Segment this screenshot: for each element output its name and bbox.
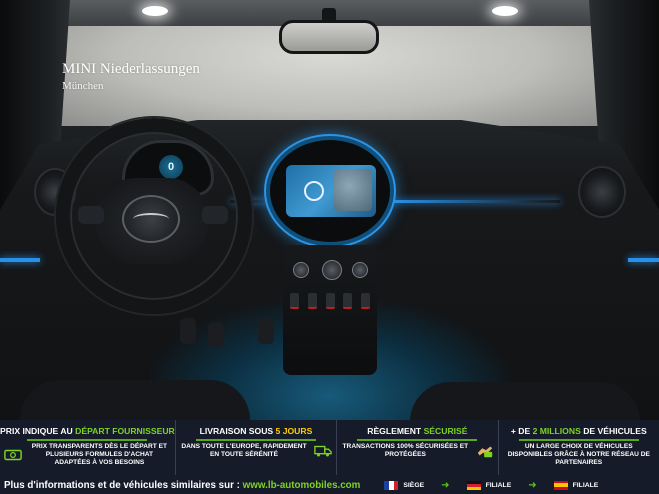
watermark-title: MINI Niederlassungen [62, 61, 200, 77]
watermark-subtitle: München [62, 80, 104, 92]
feature-heading: + DE 2 MILLIONS DE VÉHICULES [510, 426, 647, 436]
arrow-icon: ➜ [528, 479, 537, 491]
legend-label: FILIALE [572, 481, 599, 489]
wheel-buttons-left [78, 206, 104, 224]
passenger-seat [410, 382, 640, 420]
legend-label: SIÈGE [403, 481, 425, 489]
ceiling-light [492, 6, 518, 16]
driver-seat [20, 380, 250, 420]
infotainment-screen [286, 165, 376, 217]
control-knob [293, 262, 309, 278]
wheel-buttons-right [202, 206, 228, 224]
feature-heading: PRIX INDIQUE AU DÉPART FOURNISSEUR [0, 426, 175, 436]
pedal [180, 318, 196, 344]
feature-text: DANS TOUTE L'EUROPE, RAPIDEMENT EN TOUTE… [181, 443, 307, 458]
feature-text: PRIX TRANSPARENTS DÈS LE DÉPART ET PLUSI… [31, 443, 168, 466]
toggle-switches [290, 293, 370, 309]
door-ambient-light-left [0, 258, 40, 262]
truck-icon [314, 444, 332, 458]
rearview-mirror [279, 20, 379, 54]
car-interior-photo: 0 MINI Niederlassungen München [0, 0, 659, 420]
listing-image: 0 MINI Niederlassungen München PRIX INDI… [0, 0, 659, 494]
control-knob [322, 260, 342, 280]
legend-label: FILIALE [485, 481, 512, 489]
feature-payment: RÈGLEMENT SÉCURISÉ TRANSACTIONS 100% SÉC… [337, 420, 499, 475]
banner-footer: Plus d'informations et de véhicules simi… [0, 476, 659, 494]
france-flag-icon [384, 480, 399, 490]
mini-logo-icon [122, 195, 180, 243]
website-link[interactable]: www.lb-automobiles.com [243, 480, 361, 491]
feature-heading: RÈGLEMENT SÉCURISÉ [367, 426, 468, 436]
arrow-icon: ➜ [441, 479, 450, 491]
location-legend: SIÈGE ➜ FILIALE ➜ FILIALE [384, 480, 610, 491]
secure-payment-icon [476, 444, 494, 458]
spain-flag-icon [553, 480, 568, 490]
pedal [258, 318, 274, 344]
pedal [208, 322, 224, 348]
feature-price: PRIX INDIQUE AU DÉPART FOURNISSEUR PRIX … [0, 420, 176, 475]
cash-icon [4, 448, 22, 462]
globe-icon [304, 181, 324, 201]
feature-text: TRANSACTIONS 100% SÉCURISÉES ET PROTÉGÉE… [342, 443, 469, 458]
ceiling-light [142, 6, 168, 16]
footer-text: Plus d'informations et de véhicules simi… [4, 479, 361, 491]
feature-heading: LIVRAISON SOUS 5 JOURS [199, 426, 313, 436]
feature-delivery: LIVRAISON SOUS 5 JOURS DANS TOUTE L'EURO… [176, 420, 338, 475]
map-icon [334, 169, 372, 211]
germany-flag-icon [466, 480, 481, 490]
air-vent-right [578, 166, 626, 218]
feature-stock: + DE 2 MILLIONS DE VÉHICULES UN LARGE CH… [499, 420, 659, 475]
info-banner: PRIX INDIQUE AU DÉPART FOURNISSEUR PRIX … [0, 420, 659, 494]
feature-text: UN LARGE CHOIX DE VÉHICULES DISPONIBLES … [507, 443, 650, 466]
control-knob [352, 262, 368, 278]
dealer-watermark: MINI Niederlassungen München [62, 60, 200, 94]
door-ambient-light-right [628, 258, 659, 262]
